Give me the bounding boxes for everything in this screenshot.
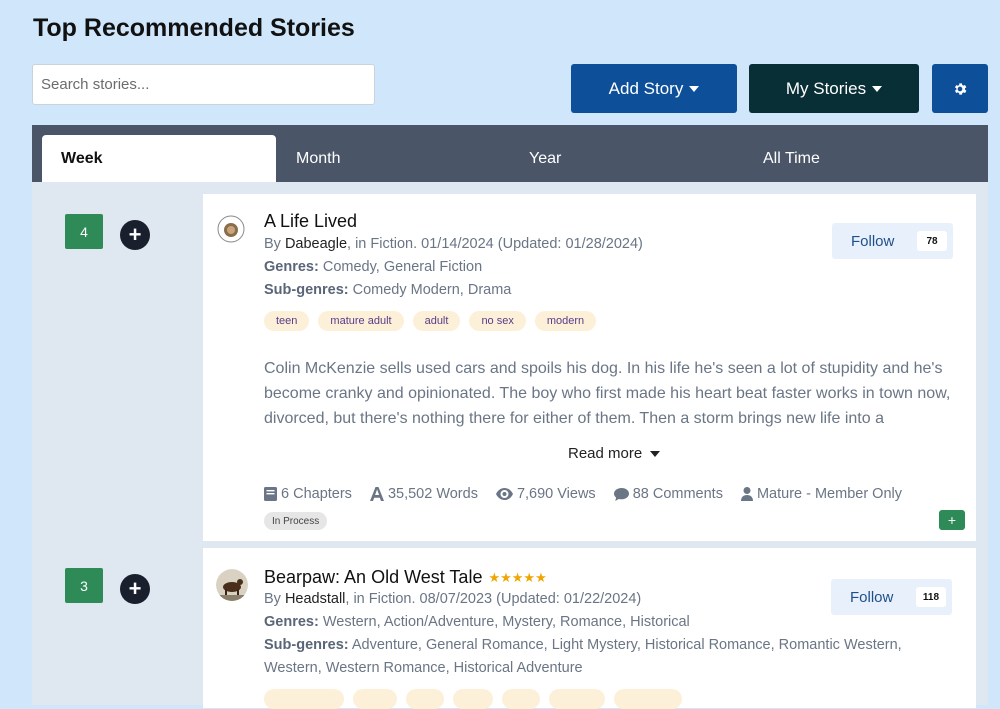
story-byline: By Dabeagle, in Fiction. 01/14/2024 (Upd… [264, 236, 643, 252]
my-stories-button[interactable]: My Stories [749, 64, 919, 113]
story-genres: Genres: Western, Action/Adventure, Myste… [264, 614, 690, 630]
tab-year[interactable]: Year [529, 135, 649, 182]
story-card: A Life Lived By Dabeagle, in Fiction. 01… [203, 194, 976, 541]
chapters-stat: 6 Chapters [264, 486, 352, 502]
story-stats: 6 Chapters 35,502 Words 7,690 Views 88 C… [264, 486, 902, 502]
story-card: Bearpaw: An Old West Tale ★★★★★ By Heads… [203, 548, 976, 709]
eye-icon [495, 488, 513, 500]
add-button[interactable]: + [939, 510, 965, 530]
story-byline: By Headstall, in Fiction. 08/07/2023 (Up… [264, 591, 642, 607]
tag-list: teen mature adult adult no sex modern [264, 311, 597, 331]
comments-stat: 88 Comments [613, 486, 723, 502]
follow-count: 78 [917, 231, 947, 251]
author-link[interactable]: Headstall [285, 591, 345, 607]
tag[interactable]: modern [534, 311, 597, 331]
tab-all-time[interactable]: All Time [763, 135, 883, 182]
tab-week[interactable]: Week [42, 135, 276, 182]
story-subgenres: Sub-genres: Comedy Modern, Drama [264, 282, 512, 298]
story-subgenres-continued: Western, Western Romance, Historical Adv… [264, 660, 583, 676]
settings-button[interactable] [932, 64, 988, 113]
tab-bar: Week Month Year All Time [32, 125, 988, 182]
book-icon [264, 487, 277, 501]
add-story-button[interactable]: Add Story [571, 64, 737, 113]
plus-icon: + [947, 512, 957, 528]
words-stat: 35,502 Words [369, 486, 478, 502]
add-to-list-button[interactable]: + [120, 220, 150, 250]
tag[interactable] [264, 689, 344, 709]
status-badge: In Process [264, 512, 328, 530]
add-story-label: Add Story [608, 78, 684, 98]
rating-stat: Mature - Member Only [740, 486, 902, 502]
tag[interactable] [453, 689, 493, 709]
search-input[interactable] [32, 64, 375, 105]
follow-count: 118 [916, 587, 946, 607]
rank-badge: 4 [65, 214, 103, 249]
tag[interactable] [353, 689, 397, 709]
comment-icon [613, 487, 629, 501]
tag[interactable] [502, 689, 540, 709]
user-icon [740, 487, 753, 501]
stories-panel: Week Month Year All Time 4 + A Life Live… [32, 125, 988, 709]
tag[interactable] [406, 689, 444, 709]
tag-list [264, 689, 682, 709]
views-stat: 7,690 Views [495, 486, 596, 502]
tag[interactable]: teen [264, 311, 310, 331]
tag[interactable] [549, 689, 605, 709]
rank-badge: 3 [65, 568, 103, 603]
follow-button[interactable]: Follow 78 [832, 223, 953, 259]
caret-down-icon [872, 85, 883, 92]
story-genres: Genres: Comedy, General Fiction [264, 259, 483, 275]
follow-button[interactable]: Follow 118 [831, 579, 952, 615]
author-avatar [216, 569, 248, 601]
rating-stars-icon: ★★★★★ [488, 569, 547, 585]
caret-down-icon [689, 85, 700, 92]
page-title: Top Recommended Stories [33, 14, 355, 42]
plus-icon: + [128, 222, 142, 247]
tag[interactable]: mature adult [318, 311, 404, 331]
plus-icon: + [128, 576, 142, 601]
story-description: Colin McKenzie sells used cars and spoil… [264, 360, 951, 427]
author-link[interactable]: Dabeagle [285, 236, 347, 252]
tag[interactable]: adult [412, 311, 461, 331]
story-title[interactable]: A Life Lived [264, 211, 357, 232]
tab-month[interactable]: Month [296, 135, 416, 182]
caret-down-icon [650, 450, 661, 457]
author-avatar [217, 215, 245, 243]
gear-icon [954, 82, 967, 95]
story-subgenres: Sub-genres: Adventure, General Romance, … [264, 637, 902, 653]
font-icon [369, 487, 384, 501]
add-to-list-button[interactable]: + [120, 574, 150, 604]
tag[interactable] [614, 689, 682, 709]
read-more-button[interactable]: Read more [568, 445, 661, 462]
tag[interactable]: no sex [469, 311, 526, 331]
my-stories-label: My Stories [785, 78, 867, 98]
story-title[interactable]: Bearpaw: An Old West Tale ★★★★★ [264, 567, 547, 588]
